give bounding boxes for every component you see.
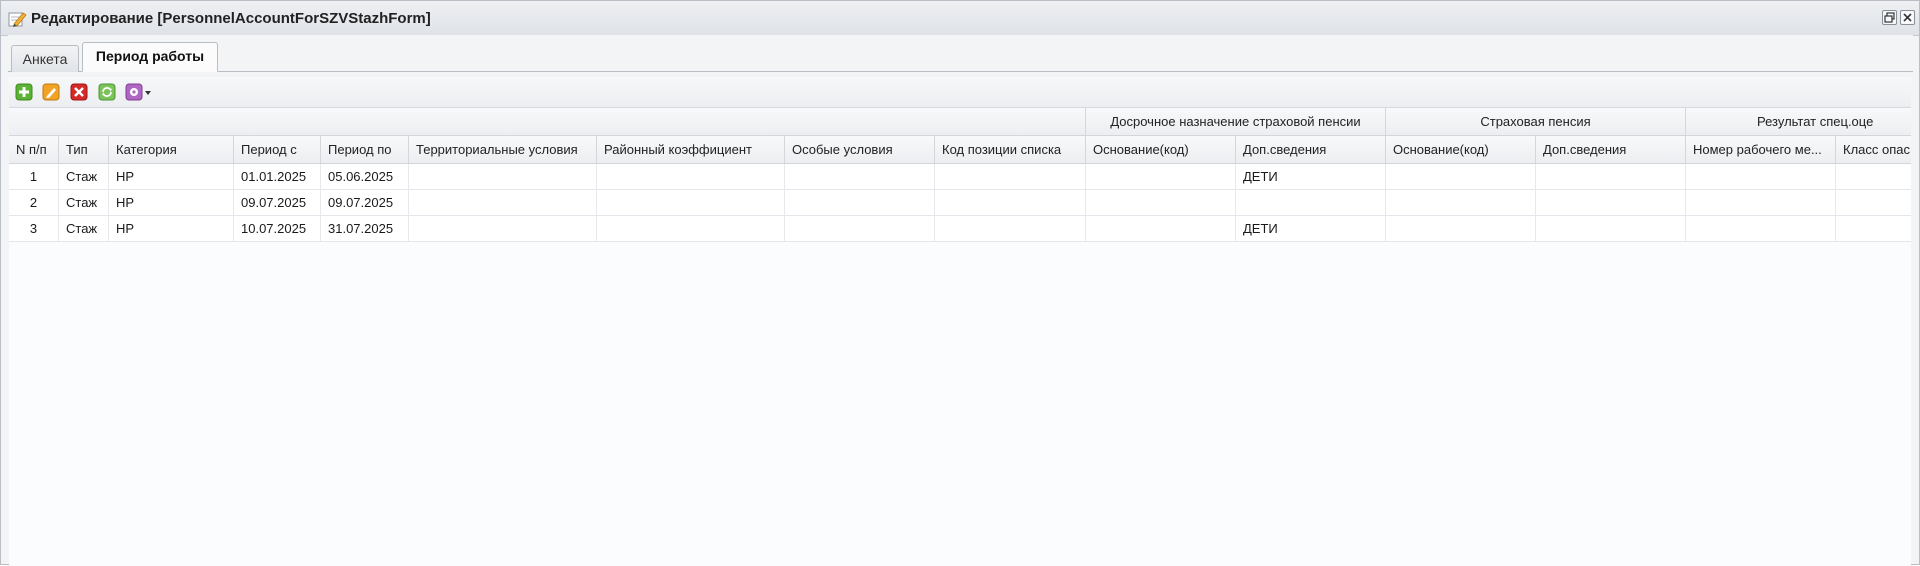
table-row[interactable]: 2 Стаж НР 09.07.2025 09.07.2025 (9, 190, 1911, 216)
refresh-icon[interactable] (98, 83, 116, 101)
col-header-list-position-code[interactable]: Код позиции списка (935, 136, 1086, 164)
col-header-early-basis-code[interactable]: Основание(код) (1086, 136, 1236, 164)
window-titlebar[interactable]: Редактирование [PersonnelAccountForSZVSt… (1, 1, 1919, 36)
cell-early-basis (1086, 216, 1236, 241)
cell-insurance-basis (1386, 164, 1536, 189)
cell-insurance-basis (1386, 190, 1536, 215)
cell-early-extra: ДЕТИ (1236, 164, 1386, 189)
work-periods-grid: Досрочное назначение страховой пенсии Ст… (9, 108, 1911, 566)
cell-category: НР (109, 164, 234, 189)
close-icon[interactable] (1900, 10, 1915, 25)
cell-type: Стаж (59, 216, 109, 241)
cell-special (785, 164, 935, 189)
grid-toolbar (9, 77, 1911, 108)
cell-type: Стаж (59, 190, 109, 215)
col-header-special-conditions[interactable]: Особые условия (785, 136, 935, 164)
col-header-type[interactable]: Тип (59, 136, 109, 164)
cell-list-code (935, 190, 1086, 215)
cell-special (785, 216, 935, 241)
cell-number: 3 (9, 216, 59, 241)
cell-period-to: 05.06.2025 (321, 164, 409, 189)
table-row[interactable]: 1 Стаж НР 01.01.2025 05.06.2025 ДЕТИ (9, 164, 1911, 190)
tab-label: Период работы (95, 48, 205, 64)
cell-special (785, 190, 935, 215)
group-header-insurance-pension: Страховая пенсия (1386, 108, 1686, 136)
cell-early-extra: ДЕТИ (1236, 216, 1386, 241)
cell-period-to: 31.07.2025 (321, 216, 409, 241)
group-header-empty (9, 108, 1086, 136)
col-header-workplace-number[interactable]: Номер рабочего ме... (1686, 136, 1836, 164)
cell-early-extra (1236, 190, 1386, 215)
cell-early-basis (1086, 190, 1236, 215)
col-header-hazard-class[interactable]: Класс опас (1836, 136, 1911, 164)
edit-icon[interactable] (42, 83, 60, 101)
col-header-period-from[interactable]: Период с (234, 136, 321, 164)
table-row[interactable]: 3 Стаж НР 10.07.2025 31.07.2025 ДЕТИ (9, 216, 1911, 242)
tab-label: Анкета (22, 51, 68, 67)
cell-early-basis (1086, 164, 1236, 189)
cell-territorial (409, 164, 597, 189)
delete-icon[interactable] (70, 83, 88, 101)
cell-workplace-number (1686, 216, 1836, 241)
cell-insurance-extra (1536, 164, 1686, 189)
col-header-period-to[interactable]: Период по (321, 136, 409, 164)
cell-district-coef (597, 190, 785, 215)
cell-district-coef (597, 164, 785, 189)
cell-insurance-extra (1536, 190, 1686, 215)
group-header-early-pension: Досрочное назначение страховой пенсии (1086, 108, 1386, 136)
cell-hazard-class (1836, 164, 1911, 189)
cell-category: НР (109, 216, 234, 241)
col-header-category[interactable]: Категория (109, 136, 234, 164)
cell-workplace-number (1686, 190, 1836, 215)
add-icon[interactable] (15, 83, 33, 101)
tab-strip: Анкета Период работы (8, 35, 1913, 72)
cell-insurance-extra (1536, 216, 1686, 241)
col-header-insurance-basis-code[interactable]: Основание(код) (1386, 136, 1536, 164)
cell-hazard-class (1836, 216, 1911, 241)
cell-list-code (935, 164, 1086, 189)
edit-window: Редактирование [PersonnelAccountForSZVSt… (0, 0, 1920, 566)
window-title: Редактирование [PersonnelAccountForSZVSt… (31, 10, 431, 27)
col-header-insurance-extra-info[interactable]: Доп.сведения (1536, 136, 1686, 164)
cell-insurance-basis (1386, 216, 1536, 241)
col-header-district-coefficient[interactable]: Районный коэффициент (597, 136, 785, 164)
cell-period-from: 10.07.2025 (234, 216, 321, 241)
cell-period-to: 09.07.2025 (321, 190, 409, 215)
cell-hazard-class (1836, 190, 1911, 215)
cell-district-coef (597, 216, 785, 241)
cell-period-from: 01.01.2025 (234, 164, 321, 189)
tab-anketa[interactable]: Анкета (11, 45, 79, 72)
cell-list-code (935, 216, 1086, 241)
tab-work-period[interactable]: Период работы (82, 42, 218, 72)
col-header-number[interactable]: N п/п (9, 136, 59, 164)
cell-type: Стаж (59, 164, 109, 189)
cell-number: 1 (9, 164, 59, 189)
cell-category: НР (109, 190, 234, 215)
edit-form-icon (7, 9, 27, 29)
col-header-early-extra-info[interactable]: Доп.сведения (1236, 136, 1386, 164)
cell-period-from: 09.07.2025 (234, 190, 321, 215)
cell-territorial (409, 216, 597, 241)
cell-territorial (409, 190, 597, 215)
cell-workplace-number (1686, 164, 1836, 189)
col-header-territorial-conditions[interactable]: Территориальные условия (409, 136, 597, 164)
cell-number: 2 (9, 190, 59, 215)
group-header-special-assessment: Результат спец.оце (1686, 108, 1911, 136)
settings-dropdown-icon[interactable] (125, 83, 153, 101)
restore-icon[interactable] (1882, 10, 1897, 25)
